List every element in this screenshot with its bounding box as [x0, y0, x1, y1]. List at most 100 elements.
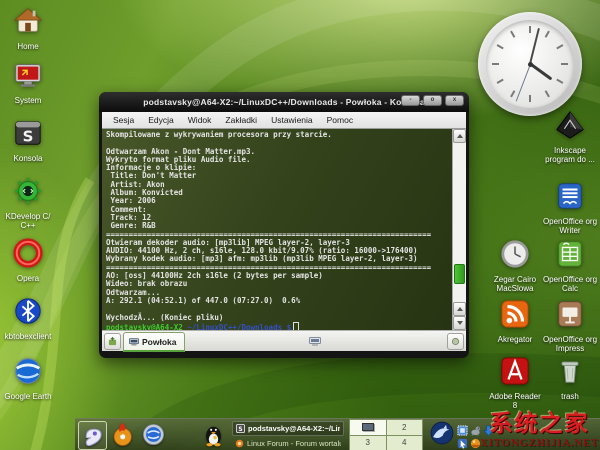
menu-item-ustawienia[interactable]: Ustawienia — [264, 115, 320, 125]
tray-icon-ball[interactable] — [470, 436, 482, 448]
shell-prompt: podstavsky@A64-X2 ~/LinuxDC++/Downloads … — [106, 321, 452, 330]
k3b-launcher-icon — [113, 422, 132, 446]
desktop-icon-googleearth[interactable]: Google Earth — [0, 356, 56, 401]
konsole-icon: S — [15, 121, 41, 145]
system-monitor-icon — [15, 64, 41, 87]
oocalc-icon — [558, 241, 582, 267]
pager-desktop-2[interactable]: 2 — [386, 420, 422, 435]
launcher-tux[interactable] — [200, 421, 227, 448]
tray-icon-stamp[interactable] — [457, 423, 469, 436]
tray-icon-download-arrow[interactable] — [483, 423, 495, 436]
desktop: podstavsky@A64-X2:~/LinuxDC++/Downloads … — [0, 0, 600, 450]
close-button[interactable]: x — [445, 95, 464, 106]
tabbar-middle — [185, 336, 445, 346]
desktop-icon-system[interactable]: System — [0, 60, 56, 105]
menu-item-zakladki[interactable]: Zakładki — [218, 115, 264, 125]
terminal-output: Skompilowane z wykrywaniem procesora prz… — [106, 130, 452, 322]
window-buttons: -ox — [401, 95, 464, 106]
window-title: podstavsky@A64-X2:~/LinuxDC++/Downloads … — [143, 97, 425, 107]
desktop-icon-oowriter[interactable]: OpenOffice org Writer — [542, 181, 598, 235]
scrollbar-track[interactable] — [453, 143, 466, 302]
arrow-up-icon — [456, 307, 463, 311]
menu-item-sesja[interactable]: Sesja — [106, 115, 141, 125]
launcher-konqueror[interactable] — [140, 421, 167, 448]
pager-window-thumb — [361, 423, 374, 432]
ooimpress-icon — [558, 301, 582, 327]
tray-icon-cursor[interactable] — [457, 436, 469, 449]
desktop-icon-inkscape[interactable]: Inkscape program do ... — [542, 110, 598, 164]
terminal[interactable]: Skompilowane z wykrywaniem procesora prz… — [102, 129, 452, 330]
clock-widget[interactable] — [478, 12, 582, 116]
menu-item-edycja[interactable]: Edycja — [141, 115, 181, 125]
home-icon — [13, 8, 43, 32]
launcher-k3b[interactable] — [110, 421, 137, 448]
tray-ball-icon — [470, 438, 481, 448]
oowriter-icon — [558, 183, 582, 209]
desktop-icon-label-inkscape: Inkscape program do ... — [545, 146, 595, 164]
shell-tab-icon — [129, 337, 139, 345]
desktop-icon-label-oowriter: OpenOffice org Writer — [542, 217, 598, 235]
tray-icon-dcpp[interactable] — [429, 420, 455, 450]
session-list-button[interactable] — [447, 332, 464, 350]
task-label: Linux Forum - Forum wortalu — [247, 438, 341, 448]
tray-cursor-icon — [457, 438, 468, 449]
window-titlebar[interactable]: podstavsky@A64-X2:~/LinuxDC++/Downloads … — [99, 92, 469, 112]
prompt-symbol: $ — [282, 322, 292, 330]
launcher-gentoo[interactable] — [78, 420, 107, 450]
desktop-icon-label-konsola: Konsola — [13, 154, 43, 163]
tux-launcher-icon — [206, 426, 221, 446]
gentoo-launcher-icon — [85, 428, 102, 446]
konqueror-launcher-icon — [142, 423, 165, 445]
maximize-button[interactable]: o — [423, 95, 442, 106]
svg-text:S: S — [238, 427, 242, 433]
pager-desktop-4[interactable]: 4 — [386, 435, 422, 450]
tab-powloka[interactable]: Powłoka — [123, 332, 186, 352]
desktop-icon-label-zegar: Zegar Cairo MacSlowa — [493, 275, 537, 293]
terminal-line: Year: 2006 — [106, 196, 156, 206]
launcher-konsole[interactable] — [170, 421, 197, 448]
desktop-icon-kbtobexclient[interactable]: kbtobexclient — [0, 296, 56, 341]
inkscape-icon — [556, 111, 584, 139]
browser-task-icon — [235, 439, 244, 447]
desktop-icon-adobe[interactable]: Adobe Reader 8 — [487, 356, 543, 410]
konsole-task-icon: S — [236, 423, 245, 433]
scroll-down-button[interactable] — [453, 316, 466, 330]
bluetooth-icon — [15, 298, 41, 324]
taskbar-browser-task[interactable]: Linux Forum - Forum wortalu — [232, 437, 344, 450]
desktop-icon-akregator[interactable]: Akregator — [487, 299, 543, 344]
scrollbar-thumb[interactable] — [454, 263, 465, 284]
desktop-icon-konsola[interactable]: S Konsola — [0, 118, 56, 163]
desktop-icon-oocalc[interactable]: OpenOffice org Calc — [542, 239, 598, 293]
desktop-icon-kdevelop[interactable]: KDevelop C/ C++ — [0, 176, 56, 230]
taskbar-konsole-task[interactable]: Spodstavsky@A64-X2:~/Linux — [232, 420, 344, 436]
scroll-up-button[interactable] — [453, 129, 466, 143]
cairo-clock-icon — [501, 240, 529, 268]
desktop-icon-label-ooimpress: OpenOffice org Impress — [542, 335, 598, 353]
tab-label: Powłoka — [142, 336, 177, 347]
desktop-icon-label-kbtobexclient: kbtobexclient — [4, 332, 52, 341]
new-session-button[interactable] — [104, 332, 121, 350]
desktop-icon-label-trash: trash — [561, 392, 579, 401]
task-label: podstavsky@A64-X2:~/Linux — [248, 423, 340, 433]
desktop-icon-label-kdevelop: KDevelop C/ C++ — [5, 212, 51, 230]
tray-icon-dog[interactable] — [470, 423, 482, 436]
svg-text:S: S — [23, 127, 34, 145]
menu-item-widok[interactable]: Widok — [181, 115, 219, 125]
scroll-up-button-2[interactable] — [453, 302, 466, 316]
trash-icon — [561, 361, 579, 383]
menu-item-pomoc[interactable]: Pomoc — [320, 115, 360, 125]
scrollbar[interactable] — [452, 129, 466, 330]
desktop-icon-home[interactable]: Home — [0, 6, 56, 51]
desktop-icon-opera[interactable]: Opera — [0, 238, 56, 283]
desktop-icon-ooimpress[interactable]: OpenOffice org Impress — [542, 299, 598, 353]
menu-bar: Sesja Edycja Widok Zakładki Ustawienia Pomoc — [102, 112, 466, 129]
desktop-icon-label-system: System — [14, 96, 42, 105]
pager-desktop-3[interactable]: 3 — [350, 435, 386, 450]
desktop-icon-label-home: Home — [17, 42, 39, 51]
task-list: Spodstavsky@A64-X2:~/Linux Linux Forum - … — [232, 420, 344, 450]
desktop-icon-label-oocalc: OpenOffice org Calc — [542, 275, 598, 293]
pager-desktop-1[interactable] — [350, 420, 386, 435]
desktop-icon-trash[interactable]: trash — [542, 356, 598, 401]
minimize-button[interactable]: - — [401, 95, 420, 106]
desktop-icon-zegar[interactable]: Zegar Cairo MacSlowa — [487, 239, 543, 293]
